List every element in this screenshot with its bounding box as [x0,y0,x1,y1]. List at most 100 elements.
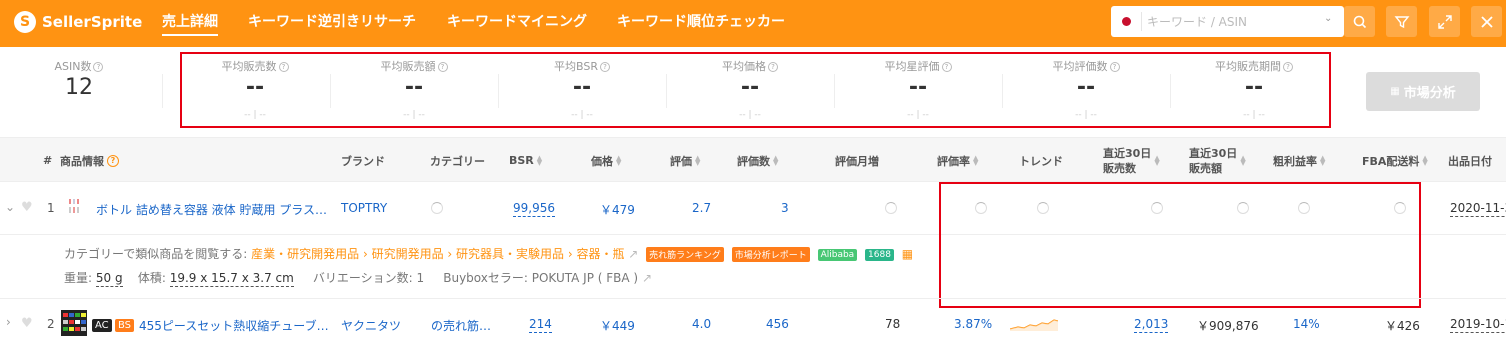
col-review-rate[interactable]: 評価率 ▲ ▼ [937,138,978,183]
category-link[interactable]: の売れ筋… [431,317,491,334]
listing-date: 2019-10-12 [1450,317,1506,333]
col-revenue-30d[interactable]: 直近30日 販売額 ▲ ▼ [1189,138,1246,183]
revenue-30d: ￥909,876 [1197,319,1259,333]
bestseller-ranking-tag[interactable]: 売れ筋ランキング [646,247,724,262]
col-brand[interactable]: ブランド [341,138,385,183]
col-price[interactable]: 価格 ▲ ▼ [591,138,621,183]
sort-icon: ▲ ▼ [1320,153,1326,167]
loading-spinner-icon [431,202,443,214]
external-link-icon[interactable]: ↗ [642,271,652,285]
col-listing-date[interactable]: 出品日付 [1448,138,1492,183]
divider [1141,12,1142,31]
search-icon [1353,15,1366,28]
product-specs: 重量: 50 g 体積: 19.9 x 15.7 x 3.7 cm バリエーショ… [64,269,652,287]
loading-spinner-icon [885,202,897,214]
brand-link[interactable]: ヤクニタツ [341,317,401,334]
1688-tag[interactable]: 1688 [865,248,894,261]
product-title-link[interactable]: ボトル 詰め替え容器 液体 貯蔵用 プラス… [96,201,327,218]
metric-value: 12 [65,75,93,100]
weight-label: 重量: [64,271,93,285]
chevron-down-icon[interactable]: ⌄ [5,200,15,214]
product-image[interactable] [62,194,88,220]
col-fba-fee[interactable]: FBA配送料 ▲ ▼ [1362,138,1428,183]
col-sales-30d[interactable]: 直近30日 販売数 ▲ ▼ [1103,138,1160,183]
chevron-down-icon[interactable]: ⌄ [1324,13,1332,24]
review-rate: 3.87% [954,317,993,331]
col-trend[interactable]: トレンド [1019,138,1063,183]
search-input[interactable] [1147,12,1317,31]
close-button[interactable] [1471,6,1502,37]
bsr-link[interactable]: 214 [529,317,552,333]
rating: 2.7 [692,201,712,215]
japan-flag-icon[interactable] [1122,17,1131,26]
col-rating[interactable]: 評価 ▲ ▼ [670,138,700,183]
help-icon[interactable]: ? [93,62,104,72]
tab-sales-detail[interactable]: 売上詳細 [162,11,218,36]
chart-icon: ▦ [1390,86,1400,97]
help-icon[interactable]: ? [107,154,119,167]
sort-icon: ▲ ▼ [973,153,979,167]
fba-fee: ￥426 [1385,319,1420,333]
sort-icon: ▲ ▼ [1422,153,1428,167]
buybox-seller: POKUTA JP ( FBA ) [531,271,639,285]
market-analysis-label: 市場分析 [1403,86,1456,101]
trend-sparkline[interactable] [1009,315,1059,331]
bsr-link[interactable]: 99,956 [513,201,555,217]
brand-link[interactable]: TOPTRY [341,201,387,215]
margin: 14% [1293,317,1320,331]
col-category[interactable]: カテゴリー [430,138,485,183]
size-value: 19.9 x 15.7 x 3.7 cm [169,271,294,287]
calculator-icon[interactable]: ▦ [902,247,913,261]
review-growth: 78 [885,317,901,331]
sort-icon: ▲ ▼ [773,153,779,167]
divider [162,74,163,108]
table-row: › ♥ 2 AC BS 455ピースセット熱収縮チューブ… ヤクニタツ の売れ筋… [0,298,1506,354]
sort-icon: ▲ ▼ [1240,153,1246,167]
tab-keyword-reverse[interactable]: キーワード逆引きリサーチ [248,11,416,31]
weight-value: 50 g [95,271,123,287]
product-image[interactable] [61,310,87,336]
category-breadcrumb: カテゴリーで類似商品を閲覧する: 産業・研究開発用品 › 研究開発用品 › 研究… [64,245,913,262]
col-bsr[interactable]: BSR ▲ ▼ [509,138,542,183]
row-index: 2 [47,317,55,331]
variation-count: バリエーション数: 1 [312,271,425,285]
chevron-right-icon[interactable]: › [6,315,11,329]
tab-keyword-rank-checker[interactable]: キーワード順位チェッカー [617,11,785,31]
col-reviews[interactable]: 評価数 ▲ ▼ [737,138,778,183]
search-button[interactable] [1344,6,1375,37]
filter-button[interactable] [1386,6,1417,37]
filter-icon [1394,15,1409,28]
expand-icon [1437,14,1452,29]
sellersprite-logo-icon: S [14,11,36,33]
listing-date: 2020-11-30 [1450,201,1506,217]
metric-label: ASIN数? [20,58,138,74]
category-path-link[interactable]: 産業・研究開発用品 › 研究開発用品 › 研究器具・実験用品 › 容器・瓶 [251,247,624,261]
sales-30d[interactable]: 2,013 [1134,317,1169,333]
heart-icon[interactable]: ♥ [21,200,33,215]
price: ￥449 [600,319,635,333]
product-title-link[interactable]: 455ピースセット熱収縮チューブ… [139,317,329,334]
metric-asin-count: ASIN数? 12 [20,47,138,135]
logo[interactable]: S SellerSprite [14,11,142,33]
market-analysis-button[interactable]: ▦ 市場分析 [1366,72,1480,111]
logo-text: SellerSprite [42,13,143,31]
col-margin[interactable]: 粗利益率 ▲ ▼ [1273,138,1325,183]
expand-button[interactable] [1429,6,1460,37]
col-review-growth[interactable]: 評価月増 [835,138,879,183]
alibaba-tag[interactable]: Alibaba [817,248,858,261]
heart-icon[interactable]: ♥ [21,316,33,331]
sort-icon: ▲ ▼ [695,153,701,167]
external-link-icon[interactable]: ↗ [628,247,638,261]
sort-icon: ▲ ▼ [1154,153,1160,167]
sort-icon: ▲ ▼ [536,153,543,167]
best-seller-badge: BS [115,319,135,332]
tab-keyword-mining[interactable]: キーワードマイニング [447,11,587,31]
rating: 4.0 [692,317,712,331]
highlight-box [180,52,1331,128]
review-count[interactable]: 456 [766,317,789,331]
highlight-box [939,182,1421,308]
col-product[interactable]: 商品情報? [60,138,119,183]
market-report-tag[interactable]: 市場分析レポート [731,247,810,262]
table-header: # 商品情報? ブランド カテゴリー BSR ▲ ▼ 価格 ▲ ▼ 評価 ▲ ▼ 評価数 ▲ ▼… [0,137,1506,182]
review-count[interactable]: 3 [781,201,789,215]
